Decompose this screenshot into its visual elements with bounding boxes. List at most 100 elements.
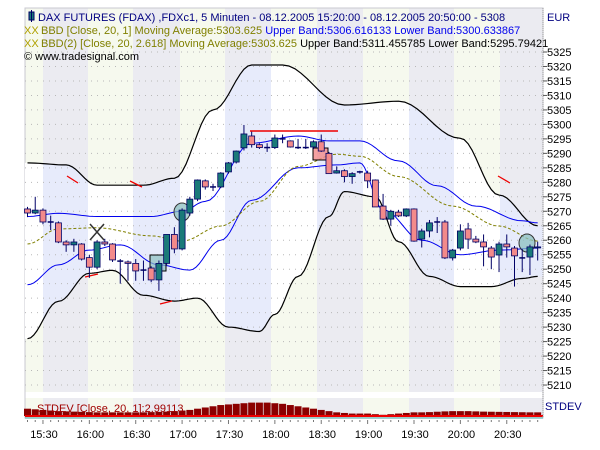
candle: [410, 208, 418, 242]
price-tick-label: 5215: [547, 366, 571, 378]
candle-body: [333, 170, 341, 174]
panel-separator: [25, 392, 543, 398]
time-tick-label: 18:00: [262, 429, 290, 441]
candle: [147, 266, 155, 283]
svg-text:BBD [Close, 20, 1] Moving Aver: BBD [Close, 20, 1] Moving Average:5303.6…: [41, 25, 520, 37]
time-tick-label: 15:30: [30, 429, 58, 441]
candle-body: [387, 210, 395, 220]
candle-body: [271, 137, 279, 148]
price-tick-label: 5240: [547, 293, 571, 305]
stdev-bar: [201, 407, 209, 416]
candle-body: [395, 211, 402, 217]
price-tick-label: 5300: [547, 119, 571, 131]
candle-body: [449, 249, 457, 259]
candle: [109, 243, 116, 262]
time-tick-label: 20:30: [494, 429, 522, 441]
candle-body: [341, 170, 348, 177]
time-tick-label: 16:30: [123, 429, 151, 441]
candle-body: [248, 135, 256, 146]
candle: [286, 140, 294, 148]
candle-body: [464, 228, 472, 240]
candle-body: [495, 243, 503, 256]
candle-body: [472, 238, 480, 243]
candle: [325, 151, 333, 175]
candle-body: [286, 140, 294, 148]
price-tick-label: 5265: [547, 221, 571, 233]
candle-body: [325, 152, 333, 175]
stdev-bar: [194, 408, 202, 416]
stdev-bar: [209, 406, 217, 416]
bbd1-prefix: XX: [24, 25, 39, 37]
candle-body: [147, 267, 155, 281]
candle-body: [418, 230, 426, 240]
time-tick-label: 17:30: [216, 429, 244, 441]
price-tick-label: 5230: [547, 322, 571, 334]
price-tick-label: 5250: [547, 264, 571, 276]
stdev-label: STDEV [Close, 20, 1]:2.99113: [37, 403, 184, 415]
candle-body: [255, 144, 263, 148]
candle-body: [410, 208, 418, 242]
candle-body: [178, 209, 186, 250]
price-tick-label: 5280: [547, 177, 571, 189]
time-tick-label: 19:30: [401, 429, 429, 441]
price-tick-label: 5315: [547, 76, 571, 88]
candle-body: [317, 141, 325, 152]
price-tick-label: 5285: [547, 163, 571, 175]
candle-body: [441, 221, 449, 259]
price-tick-label: 5220: [547, 351, 571, 363]
candle-body: [371, 179, 379, 208]
price-tick-label: 5305: [547, 105, 571, 117]
time-tick-label: 20:00: [448, 429, 476, 441]
candle-body: [170, 234, 178, 250]
copyright: © www.tradesignal.com: [24, 51, 139, 63]
bbd2-label: BBD(2) [Close, 20, 2.618] Moving Average…: [41, 38, 297, 50]
time-tick-label: 19:00: [355, 429, 383, 441]
candle-body: [310, 141, 317, 148]
price-tick-label: 5270: [547, 206, 571, 218]
svg-text:BBD(2) [Close, 20, 2.618] Movi: BBD(2) [Close, 20, 2.618] Moving Average…: [41, 38, 548, 50]
stdev-axis-label: STDEV: [545, 401, 582, 413]
candle-body: [379, 205, 387, 220]
candle-body: [194, 179, 201, 200]
candle-body: [364, 172, 372, 182]
price-tick-label: 5235: [547, 308, 571, 320]
candle: [178, 208, 186, 251]
candle-body: [31, 209, 39, 214]
candle-body: [101, 241, 109, 245]
candle-body: [526, 246, 534, 258]
candle: [55, 221, 62, 244]
stdev-bar: [302, 407, 310, 416]
candle-body: [503, 243, 511, 248]
candle: [186, 196, 194, 216]
bbd2-prefix: XX: [24, 38, 39, 50]
currency-label: EUR: [547, 12, 570, 24]
time-tick-label: 16:00: [77, 429, 105, 441]
candle-body: [402, 208, 410, 217]
stdev-bar: [263, 402, 271, 416]
price-tick-label: 5245: [547, 279, 571, 291]
candle-body: [55, 222, 62, 243]
bbd2-bands: Upper Band:5311.455785 Lower Band:5295.7…: [300, 38, 548, 50]
stdev-bar: [248, 402, 256, 416]
candle: [402, 208, 410, 218]
candle-body: [132, 263, 140, 272]
candlestick-chart: 5325 5320 5315 5310 5305 5300 5295 5290 5285 5280…: [24, 7, 582, 441]
price-tick-label: 5260: [547, 235, 571, 247]
price-tick-label: 5225: [547, 337, 571, 349]
chart-title: DAX FUTURES (FDAX) ,FDXc1, 5 Minuten - 0…: [38, 12, 505, 24]
time-tick-label: 18:30: [308, 429, 336, 441]
candle-body: [78, 243, 86, 260]
candle: [194, 179, 201, 202]
candle-body: [456, 230, 464, 249]
price-tick-label: 5325: [547, 47, 571, 59]
stdev-bar: [240, 403, 248, 416]
stdev-bar: [279, 403, 287, 416]
price-tick-label: 5295: [547, 134, 571, 146]
candle-body: [155, 263, 163, 281]
price-tick-label: 5320: [547, 61, 571, 73]
candle-body: [426, 222, 433, 232]
candle: [217, 172, 225, 189]
candle-body: [186, 198, 194, 214]
candle-body: [93, 241, 101, 268]
stdev-bar: [217, 405, 225, 416]
